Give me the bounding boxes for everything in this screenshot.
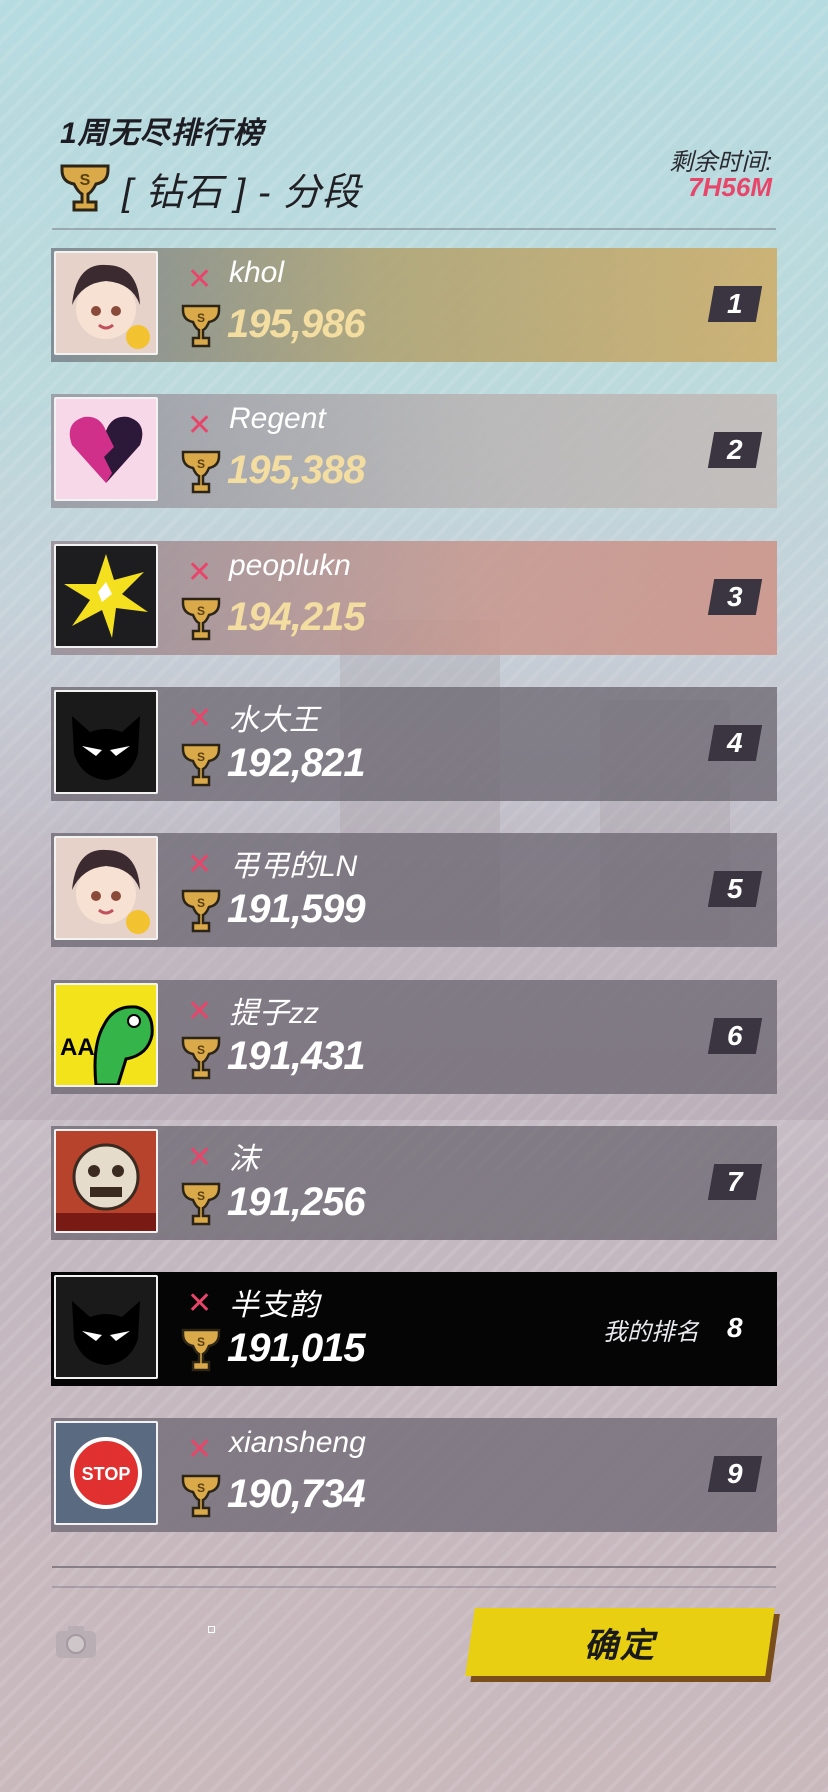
player-name: Regent — [229, 402, 326, 436]
player-avatar[interactable] — [54, 1128, 158, 1233]
svg-text:S: S — [197, 1189, 205, 1203]
svg-text:S: S — [197, 750, 205, 764]
player-score: 191,431 — [227, 1033, 366, 1078]
player-name: 弔弔的LN — [229, 850, 358, 884]
trophy-icon: S — [179, 1034, 223, 1089]
close-x-icon: ✕ — [187, 701, 213, 735]
player-name: 提子zz — [229, 996, 319, 1030]
player-avatar[interactable] — [54, 689, 158, 794]
close-x-icon: ✕ — [187, 263, 213, 296]
camera-icon[interactable] — [54, 1624, 98, 1660]
svg-text:S: S — [80, 172, 91, 189]
svg-text:S: S — [197, 1043, 205, 1057]
rank-badge: 7 — [707, 1163, 763, 1200]
tier-label: S [ 钻石 ] - 分段 — [56, 160, 361, 216]
svg-text:S: S — [197, 1335, 205, 1349]
player-avatar[interactable] — [54, 1275, 158, 1380]
close-x-icon: ✕ — [187, 1287, 213, 1321]
divider — [52, 1586, 776, 1588]
svg-text:S: S — [197, 457, 205, 471]
rank-number: 2 — [727, 434, 743, 466]
tier-text: [ 钻石 ] - 分段 — [122, 171, 362, 214]
rank-number: 7 — [727, 1165, 743, 1197]
trophy-icon: S — [60, 164, 110, 212]
rank-badge: 8 — [708, 1310, 762, 1346]
rank-badge: 9 — [707, 1456, 763, 1493]
leaderboard-row[interactable]: ✕ khol S 195,986 1 — [51, 248, 777, 362]
rank-number: 6 — [727, 1019, 743, 1051]
player-name: peoplukn — [229, 548, 351, 582]
svg-text:S: S — [197, 896, 205, 910]
leaderboard-row[interactable]: ✕ 沫 S 191,256 7 — [51, 1125, 777, 1240]
remaining-time-value: 7H56M — [688, 172, 772, 202]
rank-number: 1 — [727, 288, 743, 319]
rank-number: 8 — [727, 1312, 743, 1344]
close-x-icon: ✕ — [187, 848, 213, 882]
player-score: 191,599 — [227, 887, 366, 932]
close-x-icon: ✕ — [187, 1433, 213, 1467]
player-avatar[interactable] — [54, 397, 158, 502]
player-avatar[interactable] — [54, 251, 158, 355]
player-avatar[interactable]: STOP — [54, 1421, 158, 1526]
trophy-icon: S — [179, 595, 223, 650]
player-avatar[interactable] — [54, 543, 158, 648]
confirm-button[interactable]: 确定 — [465, 1608, 775, 1676]
leaderboard-row[interactable]: STOP ✕ xiansheng S 190,734 9 — [51, 1418, 777, 1533]
trophy-icon: S — [179, 302, 223, 357]
rank-number: 5 — [727, 873, 743, 905]
svg-text:S: S — [197, 1481, 205, 1495]
player-name: khol — [229, 256, 285, 289]
rank-badge: 1 — [707, 286, 763, 322]
player-score: 192,821 — [227, 740, 366, 785]
player-name: 水大王 — [229, 703, 319, 737]
close-x-icon: ✕ — [187, 1140, 213, 1174]
trophy-icon: S — [179, 741, 223, 796]
rank-badge: 5 — [707, 871, 763, 908]
leaderboard-title: 1周无尽排行榜 — [60, 117, 264, 150]
trophy-icon: S — [179, 887, 223, 942]
player-name: xiansheng — [229, 1426, 366, 1460]
player-score: 190,734 — [227, 1472, 366, 1517]
player-score: 191,015 — [227, 1326, 366, 1371]
leaderboard-row[interactable]: ✕ peoplukn S 194,215 3 — [51, 540, 777, 655]
svg-text:STOP: STOP — [82, 1464, 131, 1484]
trophy-icon: S — [179, 448, 223, 503]
my-rank-label: 我的排名 — [603, 1319, 699, 1347]
rank-badge: 6 — [707, 1017, 763, 1054]
leaderboard-row[interactable]: ✕ Regent S 195,388 2 — [51, 394, 777, 509]
confirm-button-label: 确定 — [584, 1626, 656, 1665]
player-score: 195,388 — [227, 448, 366, 493]
rank-badge: 2 — [707, 432, 763, 469]
trophy-icon: S — [179, 1180, 223, 1235]
rank-badge: 4 — [707, 724, 763, 761]
svg-text:AA: AA — [60, 1034, 95, 1061]
player-score: 195,986 — [227, 302, 366, 346]
player-name: 半支韵 — [229, 1289, 319, 1323]
leaderboard-row[interactable]: ✕ 半支韵 S 191,015 我的排名 8 — [51, 1272, 777, 1387]
divider — [52, 1566, 776, 1568]
rank-number: 3 — [727, 580, 743, 612]
divider — [52, 228, 776, 230]
player-name: 沫 — [229, 1142, 259, 1176]
leaderboard-row[interactable]: ✕ 水大王 S 192,821 4 — [51, 686, 777, 801]
player-score: 191,256 — [227, 1179, 366, 1224]
rank-number: 9 — [727, 1458, 743, 1490]
trophy-icon: S — [179, 1472, 223, 1527]
player-avatar[interactable] — [54, 836, 158, 941]
trophy-icon: S — [179, 1326, 223, 1381]
svg-text:S: S — [197, 311, 205, 325]
rank-number: 4 — [727, 726, 743, 758]
leaderboard-row[interactable]: AA ✕ 提子zz S 191,431 6 — [51, 979, 777, 1094]
player-avatar[interactable]: AA — [54, 982, 158, 1087]
close-x-icon: ✕ — [187, 409, 213, 443]
svg-text:S: S — [197, 604, 205, 618]
rank-badge: 3 — [707, 578, 763, 615]
leaderboard-row[interactable]: ✕ 弔弔的LN S 191,599 5 — [51, 833, 777, 948]
close-x-icon: ✕ — [187, 555, 213, 589]
close-x-icon: ✕ — [187, 994, 213, 1028]
indicator-dot — [208, 1626, 215, 1633]
player-score: 194,215 — [227, 594, 366, 639]
